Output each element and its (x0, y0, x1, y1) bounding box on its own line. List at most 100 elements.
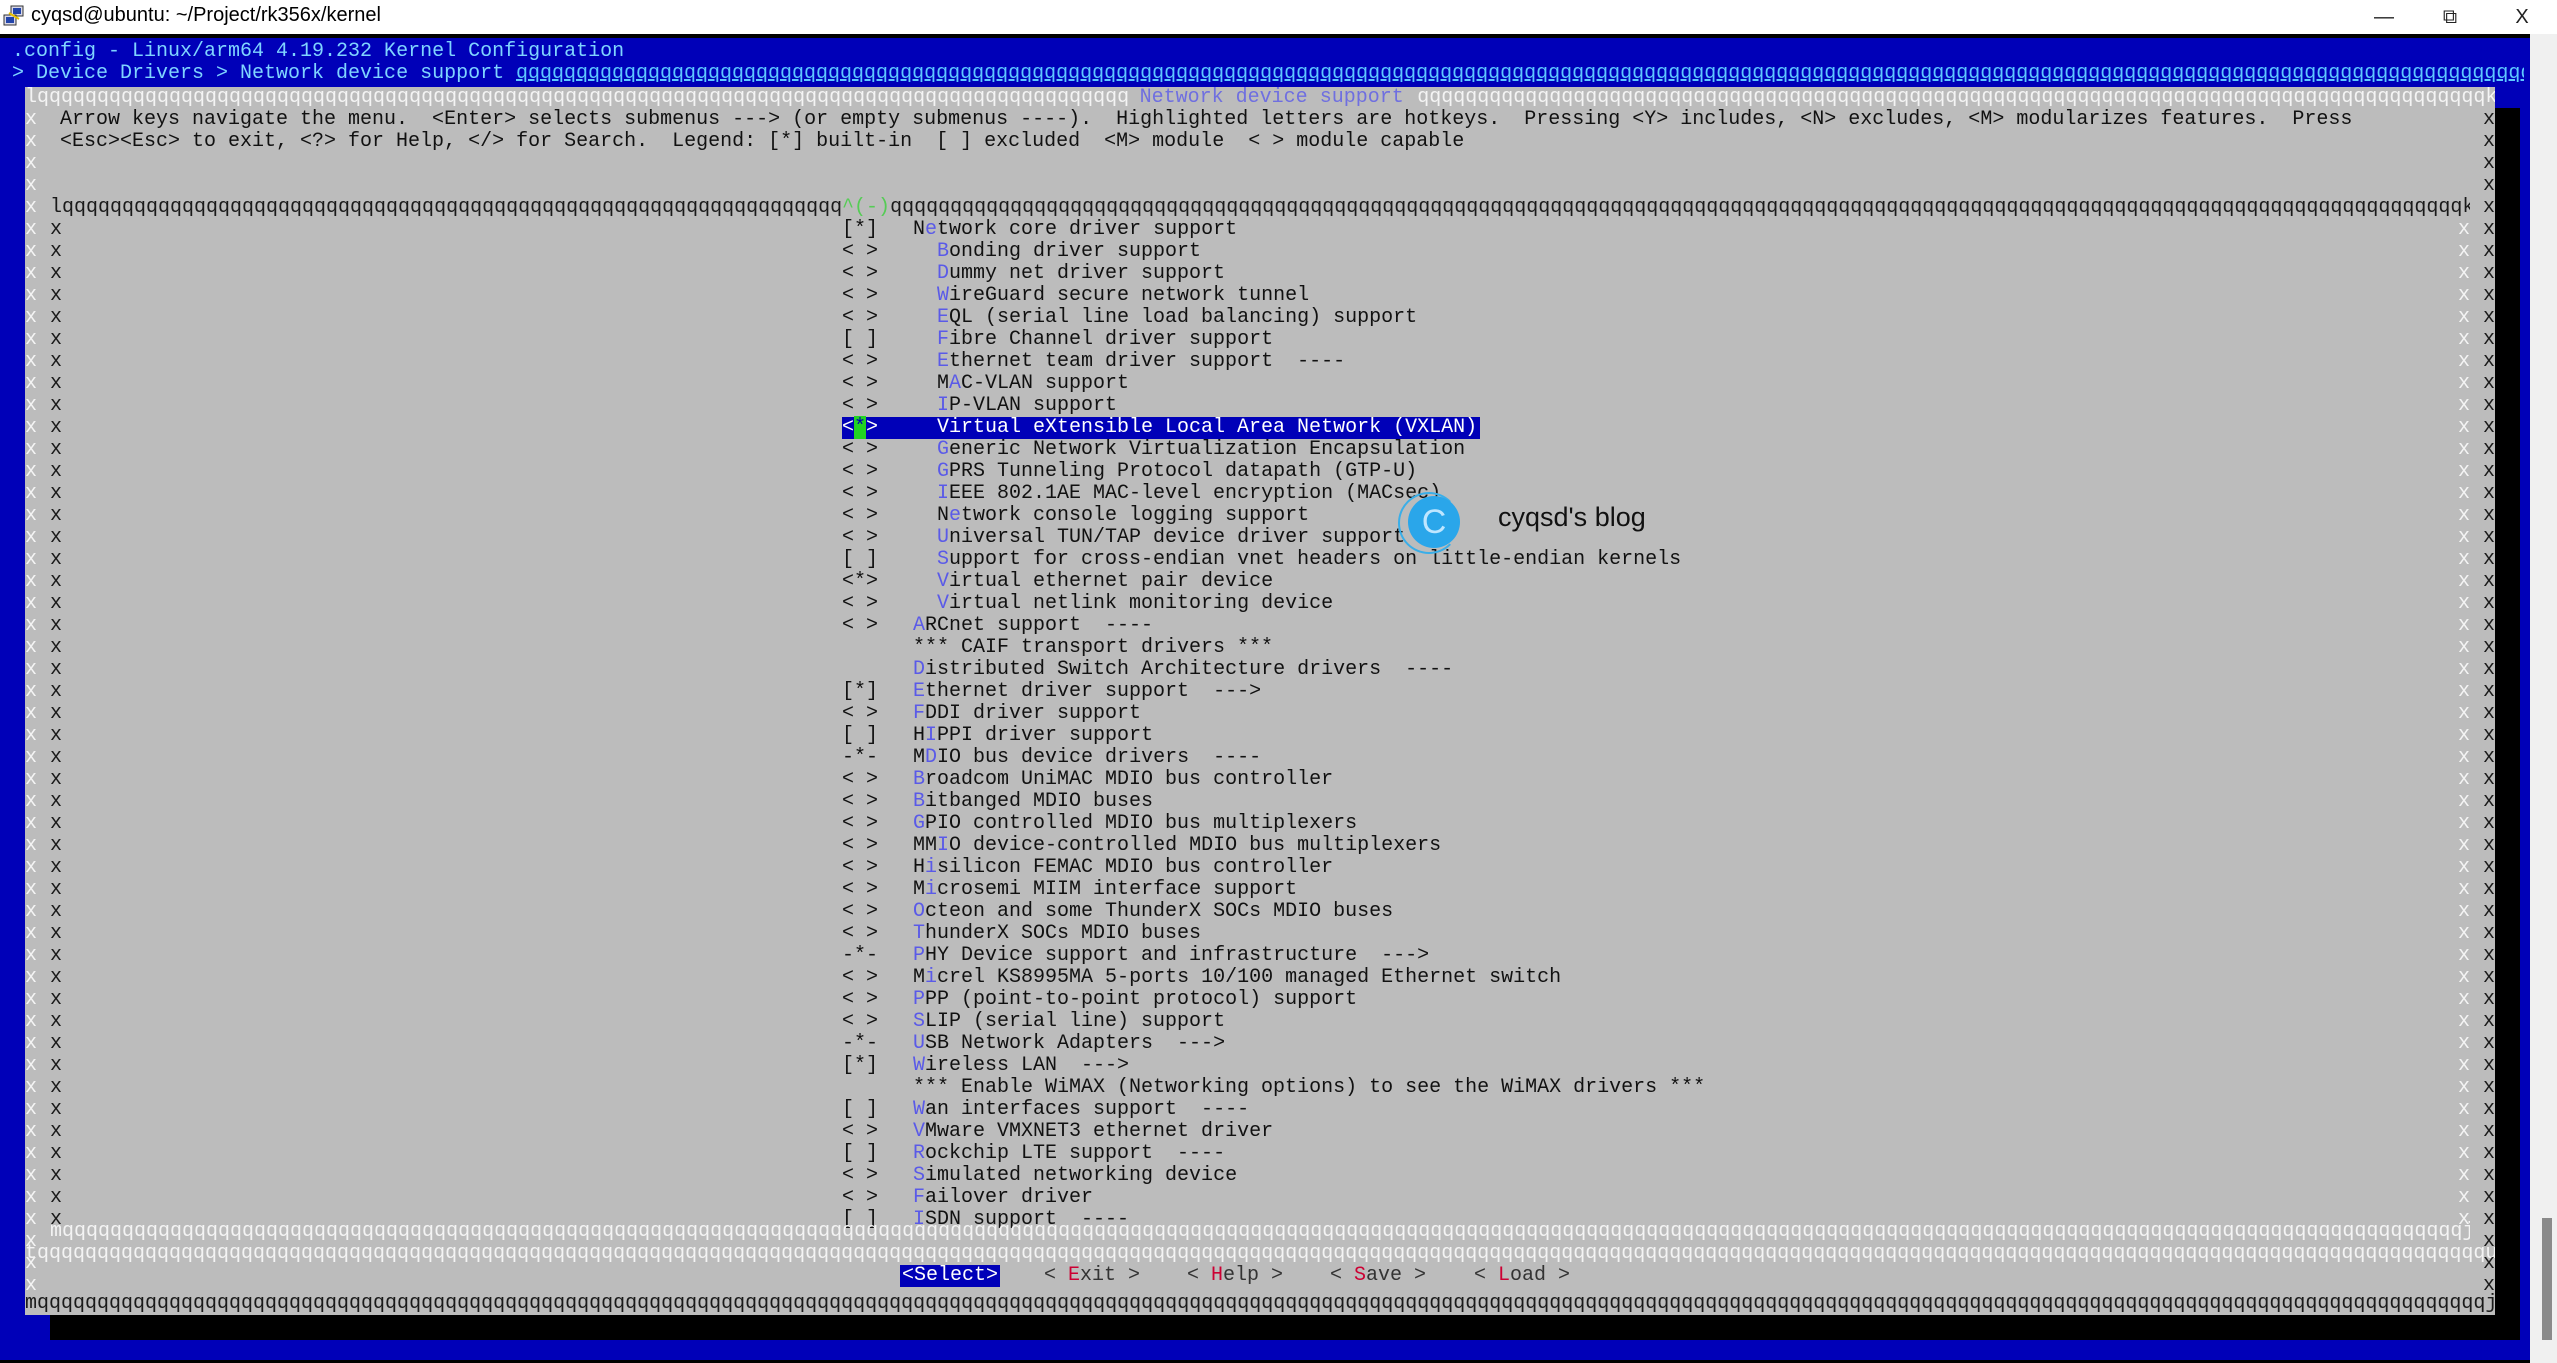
menu-item-state[interactable]: < > (842, 703, 878, 725)
menu-item-state[interactable]: < > (842, 857, 878, 879)
menu-item-state[interactable]: -*- (842, 747, 878, 769)
menu-item[interactable]: Distributed Switch Architecture drivers … (25, 659, 2495, 681)
menu-item[interactable]: < > SLIP (serial line) support (25, 1011, 2495, 1033)
load-button[interactable]: < Load > (1474, 1265, 1570, 1287)
menu-item-state[interactable]: < > (842, 923, 878, 945)
menu-item[interactable]: < > MAC-VLAN support (25, 373, 2495, 395)
menu-item[interactable]: *** CAIF transport drivers *** (25, 637, 2495, 659)
menu-item[interactable]: < > GPIO controlled MDIO bus multiplexers (25, 813, 2495, 835)
menu-item[interactable]: < > EQL (serial line load balancing) supp… (25, 307, 2495, 329)
menu-item[interactable]: < > IEEE 802.1AE MAC-level encryption (MA… (25, 483, 2495, 505)
menu-item[interactable]: <*> Virtual eXtensible Local Area Network… (25, 416, 2495, 439)
menu-item-state[interactable]: < > (842, 395, 878, 417)
menu-item-state[interactable]: < > (842, 483, 878, 505)
menu-item-state[interactable]: < > (842, 307, 878, 329)
menu-item[interactable]: < > Ethernet team driver support ---- (25, 351, 2495, 373)
menu-item[interactable]: < > WireGuard secure network tunnel (25, 285, 2495, 307)
menu-item-state[interactable]: < > (842, 285, 878, 307)
menu-item-state[interactable]: < > (842, 263, 878, 285)
menu-item[interactable]: < > Hisilicon FEMAC MDIO bus controller (25, 857, 2495, 879)
menu-item-state[interactable]: < > (842, 769, 878, 791)
menu-item-state[interactable]: < > (842, 373, 878, 395)
menu-item[interactable]: < > FDDI driver support (25, 703, 2495, 725)
menu-item[interactable]: < > Bitbanged MDIO buses (25, 791, 2495, 813)
menu-item-state[interactable]: < > (842, 439, 878, 461)
menu-item[interactable]: < > Universal TUN/TAP device driver suppo… (25, 527, 2495, 549)
menu-item[interactable]: -*- MDIO bus device drivers ---- (25, 747, 2495, 769)
menu-item[interactable]: < > IP-VLAN support (25, 395, 2495, 417)
menu-item[interactable]: < > Generic Network Virtualization Encaps… (25, 439, 2495, 461)
menu-item[interactable]: [ ] Wan interfaces support ---- (25, 1099, 2495, 1121)
menu-item[interactable]: *** Enable WiMAX (Networking options) to… (25, 1077, 2495, 1099)
menu-item-state[interactable]: < > (842, 615, 878, 637)
menu-item-state[interactable]: < > (842, 901, 878, 923)
menu-item[interactable]: [*] Wireless LAN ---> (25, 1055, 2495, 1077)
menu-item-state[interactable]: [*] (842, 219, 878, 241)
menu-item-state[interactable]: < > (842, 1011, 878, 1033)
menu-item[interactable]: < > ARCnet support ---- (25, 615, 2495, 637)
menu-item[interactable]: <*> Virtual ethernet pair device (25, 571, 2495, 593)
save-button[interactable]: < Save > (1330, 1265, 1426, 1287)
menu-item[interactable]: < > Micrel KS8995MA 5-ports 10/100 manage… (25, 967, 2495, 989)
menu-item[interactable]: -*- USB Network Adapters ---> (25, 1033, 2495, 1055)
menu-item[interactable]: < > ThunderX SOCs MDIO buses (25, 923, 2495, 945)
hotkey-letter: i (925, 966, 938, 989)
menu-item[interactable]: -*- PHY Device support and infrastructure… (25, 945, 2495, 967)
menu-item-state[interactable]: -*- (842, 1033, 878, 1055)
menu-item-state[interactable]: < > (842, 351, 878, 373)
menu-item-state[interactable]: [ ] (842, 725, 878, 747)
menu-item-state[interactable]: < > (842, 505, 878, 527)
menu-item-state[interactable]: < > (842, 461, 878, 483)
menu-item-state[interactable]: -*- (842, 945, 878, 967)
menu-item[interactable]: [ ] Fibre Channel driver support (25, 329, 2495, 351)
menu-item-state[interactable]: < > (842, 527, 878, 549)
menu-item-state[interactable]: <*> (842, 571, 878, 593)
window-scrollbar[interactable] (2530, 34, 2557, 1363)
menu-item[interactable]: < > Failover driver (25, 1187, 2495, 1209)
menu-item[interactable]: < > VMware VMXNET3 ethernet driver (25, 1121, 2495, 1143)
menu-item-state[interactable]: < > (842, 879, 878, 901)
menu-item[interactable]: < > PPP (point-to-point protocol) support (25, 989, 2495, 1011)
menu-item[interactable]: < > MMIO device-controlled MDIO bus multi… (25, 835, 2495, 857)
menu-item[interactable]: < > Broadcom UniMAC MDIO bus controller (25, 769, 2495, 791)
menu-item-state[interactable]: < > (842, 593, 878, 615)
menu-item-state[interactable]: < > (842, 989, 878, 1011)
menu-item[interactable]: < > Microsemi MIIM interface support (25, 879, 2495, 901)
minimize-button[interactable]: — (2354, 0, 2414, 34)
menu-item[interactable]: [ ] HIPPI driver support (25, 725, 2495, 747)
menu-item-state[interactable]: <*> (842, 416, 878, 439)
menu-item-state[interactable]: < > (842, 1187, 878, 1209)
menu-item-state[interactable]: < > (842, 1121, 878, 1143)
menu-item-state[interactable]: < > (842, 967, 878, 989)
menu-item-state[interactable]: < > (842, 835, 878, 857)
dialog-right-border: x (2483, 152, 2496, 175)
select-button[interactable]: <Select> (900, 1265, 1001, 1287)
menu-item[interactable]: < > GPRS Tunneling Protocol datapath (GTP… (25, 461, 2495, 483)
menu-item-state[interactable]: < > (842, 813, 878, 835)
menu-item-state[interactable]: < > (842, 791, 878, 813)
scrollbar-thumb[interactable] (2542, 1218, 2552, 1340)
menu-item-state[interactable]: [ ] (842, 329, 878, 351)
menu-item-state[interactable]: [ ] (842, 1099, 878, 1121)
dialog-left-border: x (25, 1055, 38, 1077)
menu-item[interactable]: < > Octeon and some ThunderX SOCs MDIO bu… (25, 901, 2495, 923)
menu-item[interactable]: [*] Ethernet driver support ---> (25, 681, 2495, 703)
restore-button[interactable]: ⧉ (2420, 0, 2480, 34)
menu-item[interactable]: < > Simulated networking device (25, 1165, 2495, 1187)
menu-item-state[interactable]: [*] (842, 681, 878, 703)
menu-item[interactable]: < > Bonding driver support (25, 241, 2495, 263)
menu-item-state[interactable]: < > (842, 241, 878, 263)
menu-item[interactable]: [ ] Rockchip LTE support ---- (25, 1143, 2495, 1165)
menu-item[interactable]: < > Dummy net driver support (25, 263, 2495, 285)
menu-item[interactable]: < > Virtual netlink monitoring device (25, 593, 2495, 615)
menu-item[interactable]: [ ] Support for cross-endian vnet headers… (25, 549, 2495, 571)
close-button[interactable]: X (2492, 0, 2552, 34)
menu-item-state[interactable]: [*] (842, 1055, 878, 1077)
help-button[interactable]: < Help > (1187, 1265, 1283, 1287)
exit-button[interactable]: < Exit > (1044, 1265, 1140, 1287)
menu-item-state[interactable]: [ ] (842, 549, 878, 571)
menu-item[interactable]: < > Network console logging support (25, 505, 2495, 527)
menu-item-state[interactable]: [ ] (842, 1143, 878, 1165)
menu-item-state[interactable]: < > (842, 1165, 878, 1187)
menu-item[interactable]: [*] Network core driver support (25, 219, 2495, 241)
